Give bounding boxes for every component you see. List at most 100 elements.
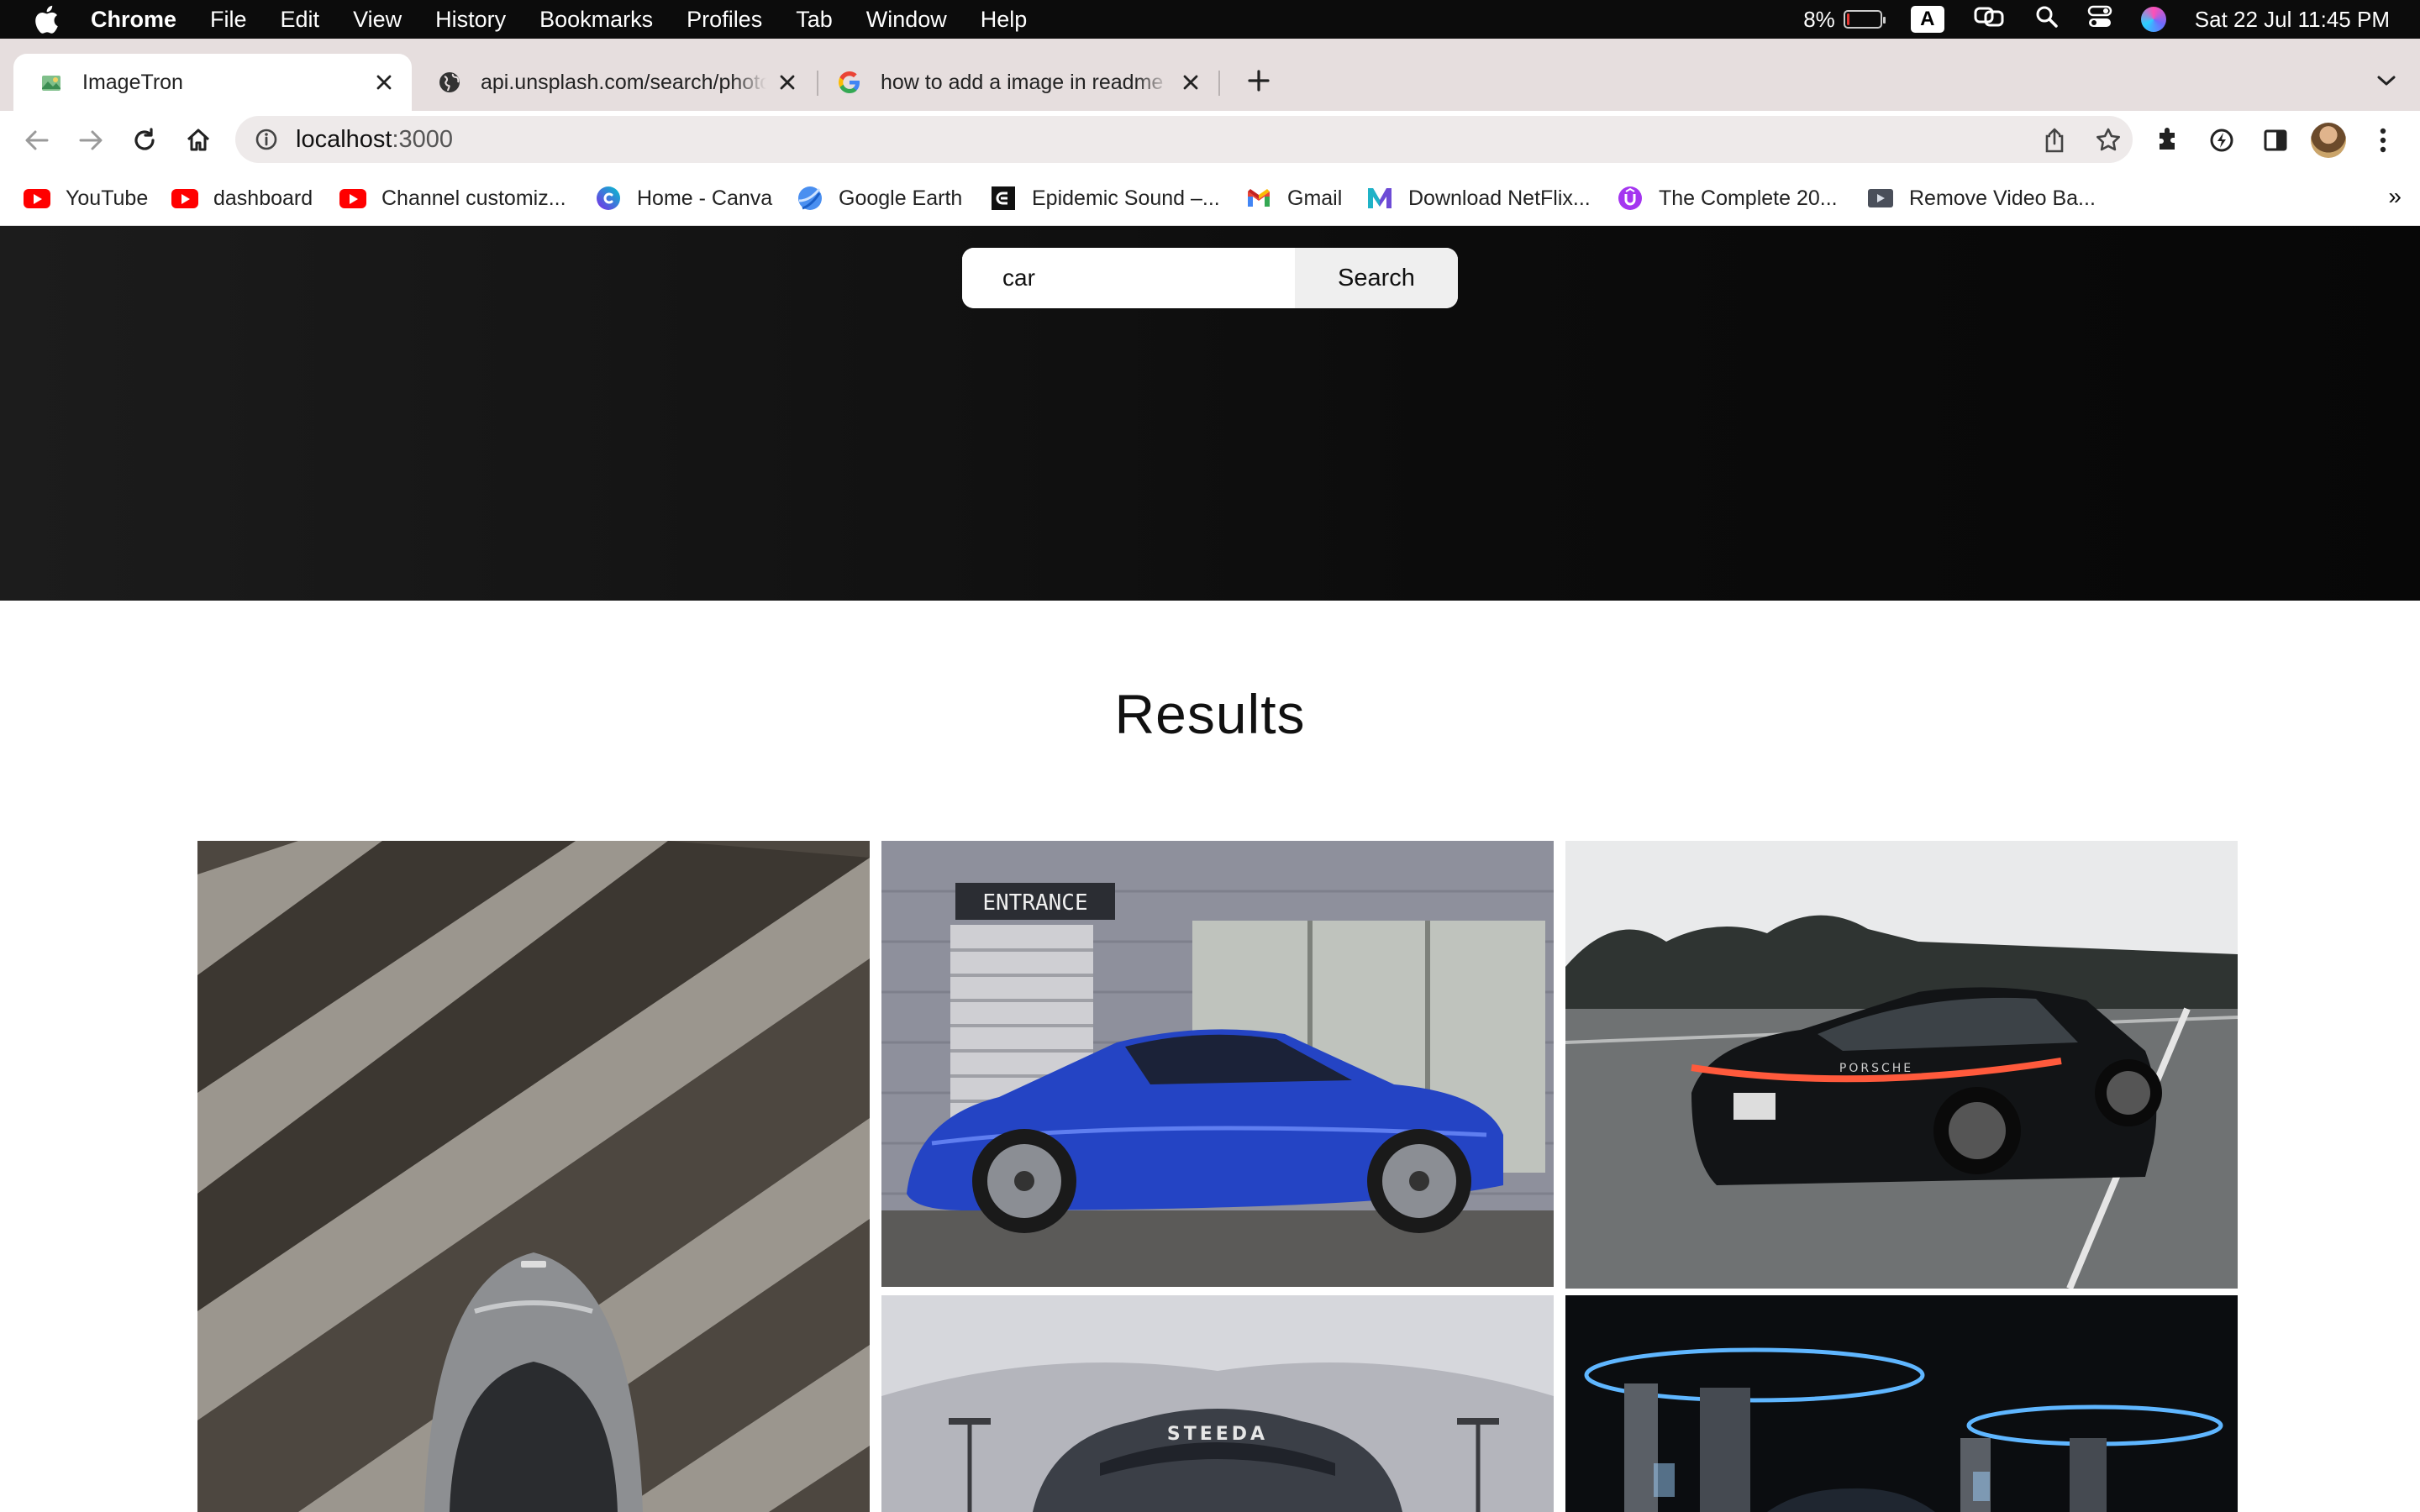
url-host: localhost: [296, 125, 392, 153]
entrance-sign-text: ENTRANCE: [982, 890, 1087, 916]
bookmark-gmail[interactable]: Gmail: [1245, 181, 1342, 215]
result-image-black-porsche[interactable]: PORSCHE: [1565, 841, 2238, 1289]
result-image-blue-coupe[interactable]: ENTRANCE: [881, 841, 1554, 1287]
menu-file[interactable]: File: [210, 7, 247, 33]
youtube-icon: [171, 186, 198, 210]
apple-menu-icon[interactable]: [32, 5, 60, 34]
tab-separator: [1218, 71, 1220, 96]
result-image-grey-car-top-view[interactable]: [197, 841, 870, 1512]
bookmarks-overflow-button[interactable]: »: [2388, 183, 2402, 210]
youtube-icon: [24, 186, 50, 210]
bookmark-label: Channel customiz...: [381, 186, 566, 210]
bookmark-label: Google Earth: [839, 186, 963, 210]
reload-button[interactable]: [129, 125, 160, 155]
bookmark-label: YouTube: [66, 186, 149, 210]
bookmark-label: Gmail: [1287, 186, 1343, 210]
address-url[interactable]: localhost:3000: [296, 126, 453, 154]
bookmark-download-netflix[interactable]: Download NetFlix...: [1366, 181, 1591, 215]
bookmark-channel-customization[interactable]: Channel customiz...: [339, 181, 566, 215]
menu-app-name[interactable]: Chrome: [91, 7, 176, 33]
tab-unsplash-api[interactable]: api.unsplash.com/search/photos: [412, 54, 815, 111]
bookmark-youtube[interactable]: YouTube: [24, 181, 148, 215]
result-image-charging-station[interactable]: [1565, 1295, 2238, 1512]
battery-percent: 8%: [1803, 6, 1835, 32]
youtube-icon: [339, 186, 366, 210]
side-panel-icon[interactable]: [2260, 125, 2291, 155]
battery-indicator[interactable]: 8%: [1803, 6, 1886, 33]
close-tab-icon[interactable]: [370, 68, 398, 97]
bookmark-star-icon[interactable]: [2094, 126, 2123, 155]
menu-help[interactable]: Help: [981, 7, 1028, 33]
result-image-grey-mustang[interactable]: STEEDA: [881, 1295, 1554, 1512]
imagetron-favicon: [39, 70, 64, 95]
menu-profiles[interactable]: Profiles: [687, 7, 762, 33]
site-info-icon[interactable]: [254, 127, 279, 152]
steeda-badge-text: STEEDA: [1167, 1424, 1268, 1445]
url-port: :3000: [392, 125, 454, 153]
hero-section: Search: [0, 226, 2420, 601]
input-source-indicator[interactable]: A: [1910, 6, 1944, 33]
bookmark-label: Epidemic Sound –...: [1032, 186, 1220, 210]
tab-strip: ImageTron api.unsplash.com/search/photos…: [0, 39, 2420, 111]
menu-history[interactable]: History: [435, 7, 506, 33]
tab-title: how to add a image in readme file: [881, 70, 1170, 94]
home-button[interactable]: [183, 125, 213, 155]
bookmark-google-earth[interactable]: Google Earth: [797, 181, 962, 215]
battery-fill: [1846, 13, 1849, 25]
search-button[interactable]: Search: [1295, 248, 1458, 308]
menubar-clock[interactable]: Sat 22 Jul 11:45 PM: [2195, 7, 2390, 33]
bookmark-canva[interactable]: Home - Canva: [595, 181, 772, 215]
bookmark-label: dashboard: [213, 186, 313, 210]
menu-edit[interactable]: Edit: [281, 7, 320, 33]
google-icon: [837, 70, 862, 95]
new-tab-button[interactable]: [1242, 64, 1276, 97]
tab-title: ImageTron: [82, 70, 183, 94]
bookmark-remove-video-bg[interactable]: Remove Video Ba...: [1867, 181, 2096, 215]
results-heading: Results: [1114, 683, 1306, 745]
bookmark-label: Download NetFlix...: [1408, 186, 1591, 210]
macos-menu-bar: Chrome File Edit View History Bookmarks …: [0, 0, 2420, 39]
bookmark-label: Home - Canva: [637, 186, 773, 210]
menu-view[interactable]: View: [353, 7, 402, 33]
google-earth-icon: [797, 186, 823, 210]
menu-bookmarks[interactable]: Bookmarks: [539, 7, 653, 33]
extensions-puzzle-icon[interactable]: [2153, 125, 2183, 155]
tab-search-chevron-icon[interactable]: [2371, 66, 2402, 96]
bookmark-dashboard[interactable]: dashboard: [171, 181, 313, 215]
search-input[interactable]: [962, 248, 1295, 308]
close-tab-icon[interactable]: [1176, 68, 1205, 97]
share-icon[interactable]: [2040, 126, 2069, 155]
bookmark-label: The Complete 20...: [1659, 186, 1838, 210]
menu-window[interactable]: Window: [866, 7, 947, 33]
browser-toolbar: localhost:3000: [0, 111, 2420, 170]
tab-google-search[interactable]: how to add a image in readme file: [812, 54, 1218, 111]
battery-icon: [1843, 10, 1886, 29]
control-center-icon[interactable]: [2087, 4, 2112, 35]
porsche-badge-text: PORSCHE: [1839, 1062, 1913, 1075]
tab-imagetron[interactable]: ImageTron: [13, 54, 412, 111]
bookmark-label: Remove Video Ba...: [1909, 186, 2096, 210]
spotlight-search-icon[interactable]: [2035, 5, 2059, 34]
extension-bolt-icon[interactable]: [2207, 125, 2237, 155]
status-area: 8% A Sat 22 Jul 11:45 PM: [1803, 0, 2390, 39]
menu-tab[interactable]: Tab: [796, 7, 833, 33]
forward-button[interactable]: [76, 125, 106, 155]
canva-icon: [595, 186, 622, 210]
close-tab-icon[interactable]: [773, 68, 802, 97]
screen-mirroring-icon[interactable]: [1973, 4, 2007, 35]
back-button[interactable]: [22, 125, 52, 155]
bookmark-the-complete[interactable]: The Complete 20...: [1617, 181, 1838, 215]
search-form: Search: [962, 248, 1458, 308]
tab-title: api.unsplash.com/search/photos: [481, 70, 766, 94]
bookmarks-bar: YouTube dashboard Channel customiz... Ho…: [0, 170, 2420, 226]
bookmark-epidemic-sound[interactable]: Epidemic Sound –...: [990, 181, 1220, 215]
address-bar[interactable]: localhost:3000: [235, 116, 2133, 163]
udemy-icon: [1617, 186, 1644, 210]
globe-icon: [437, 70, 462, 95]
kebab-menu-icon[interactable]: [2368, 125, 2398, 155]
gmail-icon: [1245, 186, 1272, 210]
siri-icon[interactable]: [2140, 7, 2166, 32]
video-icon: [1867, 186, 1894, 210]
profile-avatar[interactable]: [2311, 123, 2346, 158]
epidemic-sound-icon: [990, 186, 1017, 210]
